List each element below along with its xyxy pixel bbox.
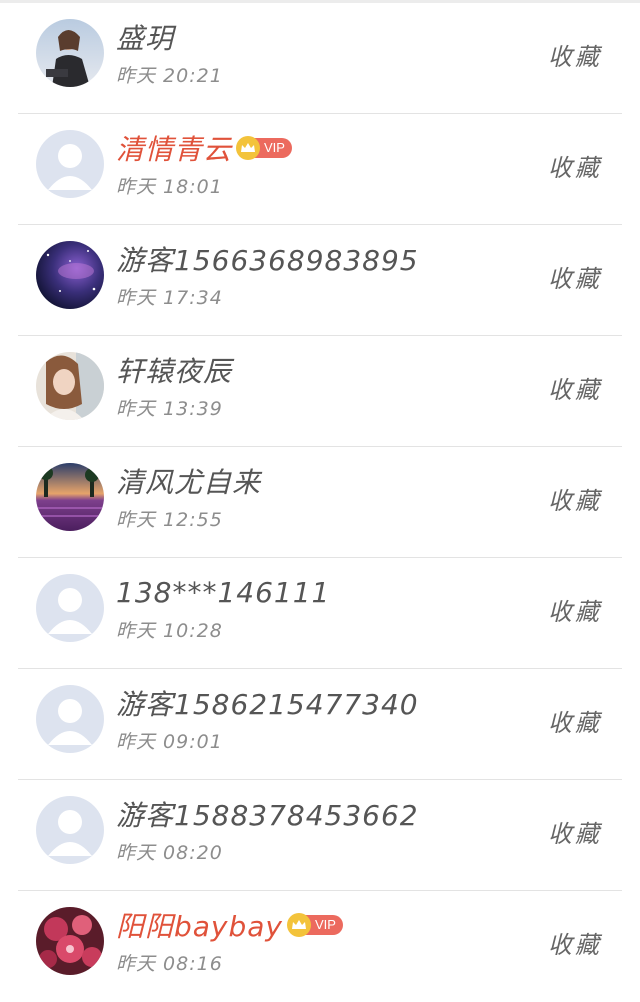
list-item[interactable]: 138***146111 昨天 10:28 收藏: [0, 558, 640, 669]
favorite-button[interactable]: 收藏: [548, 481, 602, 516]
list-item[interactable]: 清风尤自来 昨天 12:55 收藏: [0, 447, 640, 558]
vip-badge: VIP: [236, 136, 292, 160]
vip-badge: VIP: [287, 913, 343, 937]
user-name[interactable]: 清情青云: [116, 128, 232, 168]
favorite-button[interactable]: 收藏: [548, 37, 602, 72]
avatar[interactable]: [36, 19, 104, 87]
name-line: 游客1566368983895: [116, 239, 419, 279]
list-item[interactable]: 游客1566368983895 昨天 17:34 收藏: [0, 225, 640, 336]
list-item[interactable]: 轩辕夜辰 昨天 13:39 收藏: [0, 336, 640, 447]
user-name[interactable]: 轩辕夜辰: [116, 350, 232, 390]
timestamp: 昨天 10:28: [116, 620, 223, 642]
favorite-button[interactable]: 收藏: [548, 370, 602, 405]
timestamp: 昨天 08:20: [116, 842, 223, 864]
photo-galaxy-icon: [36, 241, 104, 309]
favorite-button[interactable]: 收藏: [548, 259, 602, 294]
name-line: 阳阳baybay VIP: [116, 905, 343, 945]
list-item[interactable]: 盛玥 昨天 20:21 收藏: [0, 3, 640, 114]
user-name[interactable]: 138***146111: [116, 576, 330, 609]
timestamp: 昨天 08:16: [116, 953, 223, 975]
avatar[interactable]: [36, 796, 104, 864]
timestamp: 昨天 20:21: [116, 65, 223, 87]
favorite-button[interactable]: 收藏: [548, 703, 602, 738]
name-line: 游客1588378453662: [116, 794, 419, 834]
user-name[interactable]: 游客1586215477340: [116, 683, 419, 723]
favorite-button[interactable]: 收藏: [548, 925, 602, 960]
user-list: 盛玥 昨天 20:21 收藏 清情青云 VIP 昨天 18:01 收藏 游客15…: [0, 3, 640, 1002]
avatar[interactable]: [36, 463, 104, 531]
list-item[interactable]: 清情青云 VIP 昨天 18:01 收藏: [0, 114, 640, 225]
crown-icon: [287, 913, 312, 937]
name-line: 盛玥: [116, 17, 174, 57]
user-name[interactable]: 清风尤自来: [116, 461, 261, 501]
photo-woman-sitting-icon: [36, 19, 104, 87]
user-name[interactable]: 阳阳baybay: [116, 905, 283, 945]
default-user-icon: [36, 574, 104, 642]
photo-red-flowers-icon: [36, 907, 104, 975]
favorite-button[interactable]: 收藏: [548, 148, 602, 183]
avatar[interactable]: [36, 352, 104, 420]
avatar[interactable]: [36, 685, 104, 753]
list-item[interactable]: 阳阳baybay VIP 昨天 08:16 收藏: [0, 891, 640, 1002]
avatar[interactable]: [36, 907, 104, 975]
list-item[interactable]: 游客1586215477340 昨天 09:01 收藏: [0, 669, 640, 780]
timestamp: 昨天 17:34: [116, 287, 223, 309]
timestamp: 昨天 09:01: [116, 731, 223, 753]
user-name[interactable]: 盛玥: [116, 17, 174, 57]
default-user-icon: [36, 130, 104, 198]
list-item[interactable]: 游客1588378453662 昨天 08:20 收藏: [0, 780, 640, 891]
timestamp: 昨天 12:55: [116, 509, 223, 531]
default-user-icon: [36, 796, 104, 864]
name-line: 轩辕夜辰: [116, 350, 232, 390]
photo-girl-icon: [36, 352, 104, 420]
timestamp: 昨天 13:39: [116, 398, 223, 420]
name-line: 138***146111: [116, 572, 330, 612]
name-line: 清风尤自来: [116, 461, 261, 501]
photo-lavender-field-icon: [36, 463, 104, 531]
user-name[interactable]: 游客1566368983895: [116, 239, 419, 279]
name-line: 游客1586215477340: [116, 683, 419, 723]
avatar[interactable]: [36, 574, 104, 642]
avatar[interactable]: [36, 241, 104, 309]
favorite-button[interactable]: 收藏: [548, 592, 602, 627]
name-line: 清情青云 VIP: [116, 128, 292, 168]
default-user-icon: [36, 685, 104, 753]
avatar[interactable]: [36, 130, 104, 198]
crown-icon: [236, 136, 261, 160]
user-name[interactable]: 游客1588378453662: [116, 794, 419, 834]
timestamp: 昨天 18:01: [116, 176, 223, 198]
favorite-button[interactable]: 收藏: [548, 814, 602, 849]
